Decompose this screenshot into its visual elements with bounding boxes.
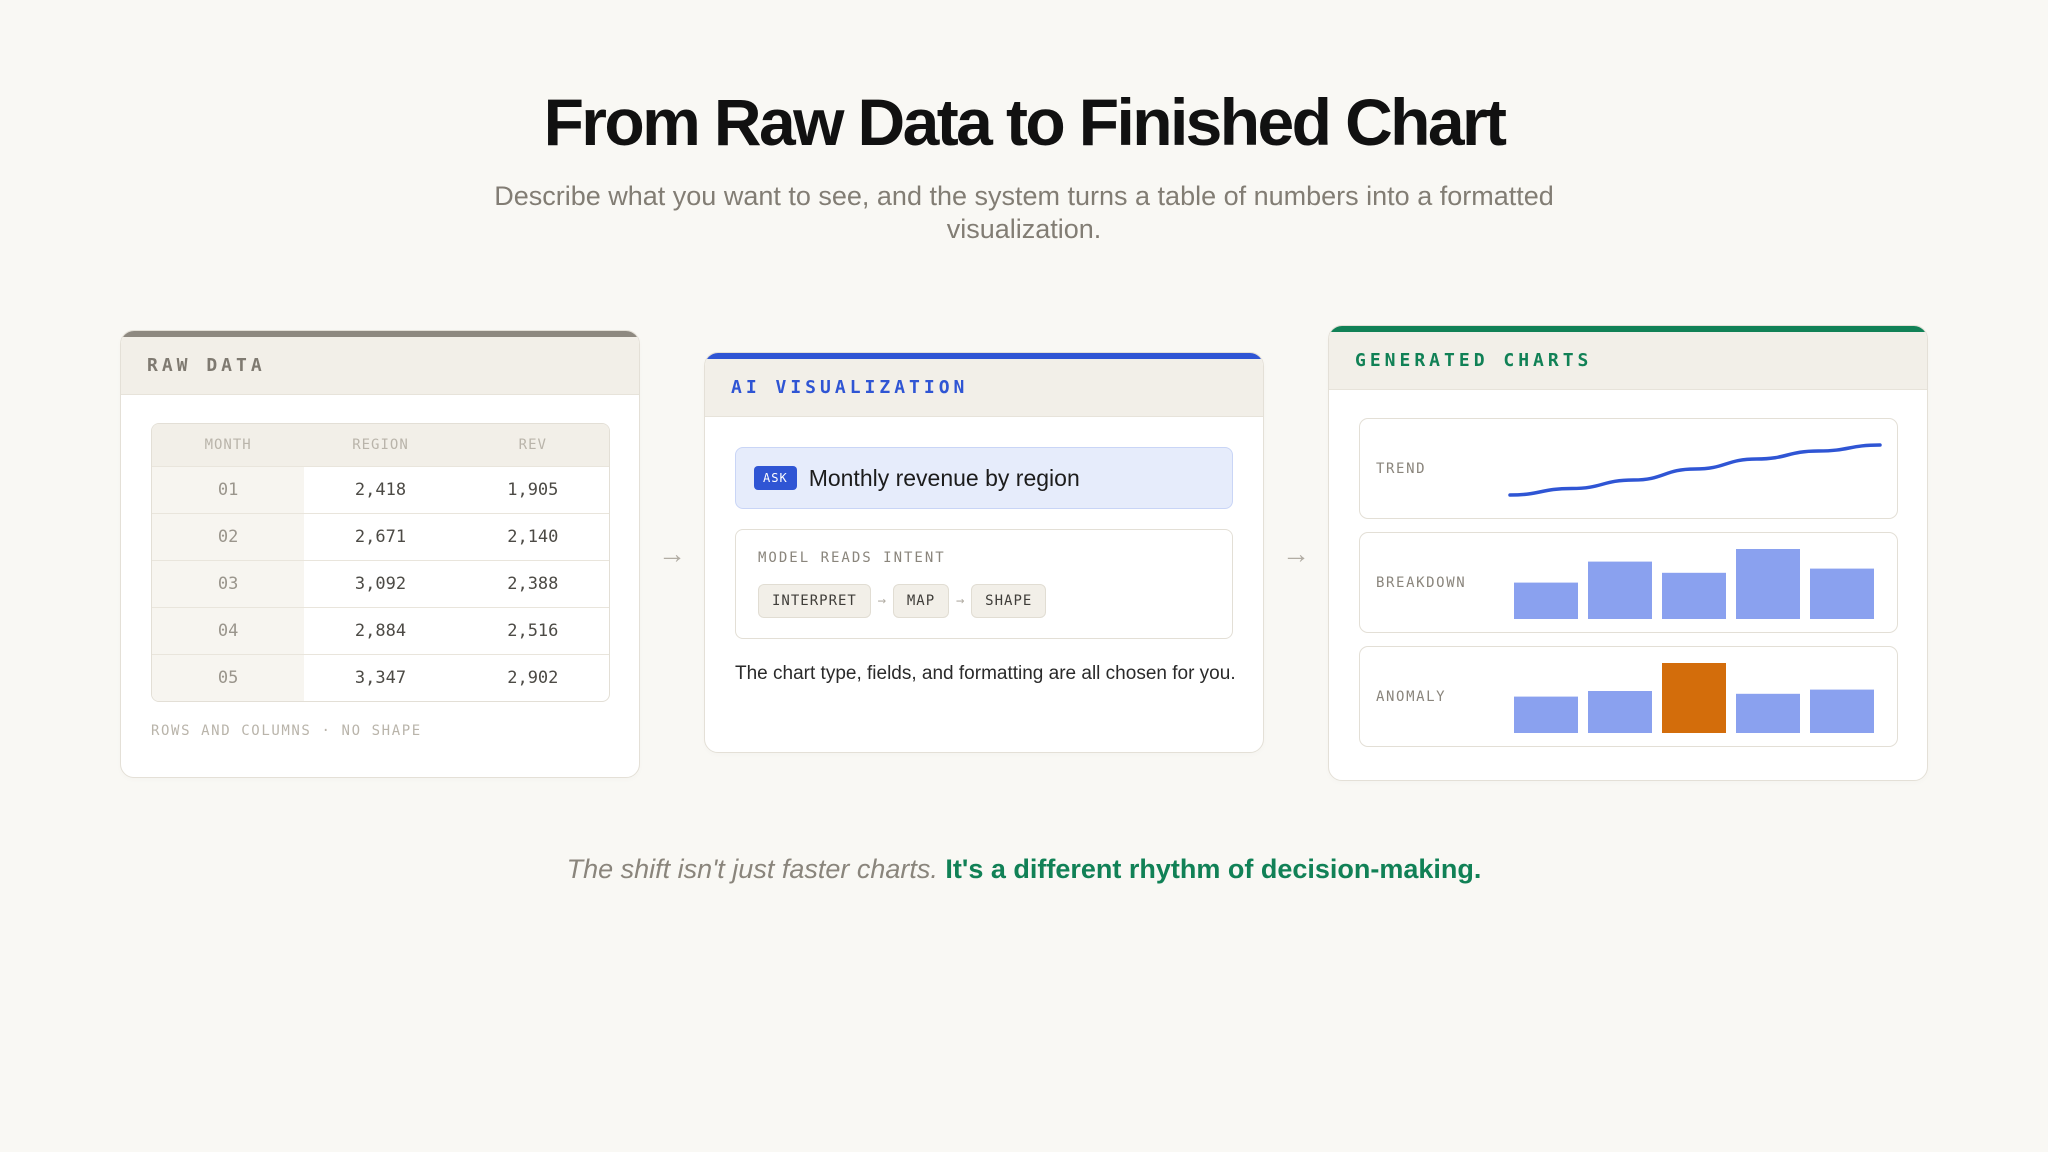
anomaly-bar (1662, 663, 1726, 733)
table-cell-region: 3,092 (354, 574, 407, 594)
raw-data-table: MONTH REGION REV 01 2,418 1,905 02 2,671… (151, 423, 610, 702)
page-subtitle: Describe what you want to see, and the s… (494, 181, 1554, 244)
raw-card-header: RAW DATA (121, 337, 639, 395)
table-row: 03 3,092 2,388 (152, 560, 609, 607)
ask-prompt-box: ASK Monthly revenue by region (735, 447, 1233, 509)
chart-bar (1810, 689, 1874, 733)
chart-bar (1588, 561, 1652, 619)
intent-label: MODEL READS INTENT (758, 550, 946, 566)
table-cell-rev: 2,516 (507, 621, 559, 641)
ai-card-header: AI VISUALIZATION (705, 359, 1263, 417)
chart-bar (1736, 693, 1800, 733)
chart-bar (1514, 696, 1578, 733)
pipeline-steps: INTERPRET → MAP → SHAPE (758, 584, 1047, 618)
flow-arrow-icon: → (1282, 538, 1310, 569)
table-header-row: MONTH REGION REV (152, 424, 609, 466)
flow-arrow-icon: → (658, 538, 686, 569)
table-cell-month: 04 (152, 608, 305, 654)
tagline: The shift isn't just faster charts. It's… (0, 854, 2048, 885)
table-row: 04 2,884 2,516 (152, 607, 609, 654)
step-arrow-icon: → (877, 593, 887, 609)
step-map: MAP (892, 584, 950, 618)
tagline-accent: It's a different rhythm of decision-maki… (945, 854, 1482, 884)
table-cell-month: 03 (152, 561, 305, 607)
chart-bar (1810, 568, 1874, 619)
chart-bar (1588, 691, 1652, 733)
table-cell-rev: 2,140 (507, 527, 559, 547)
anomaly-panel: ANOMALY (1359, 646, 1898, 747)
table-cell-month: 01 (152, 467, 305, 513)
table-row: 01 2,418 1,905 (152, 466, 609, 513)
column-header-month: MONTH (152, 424, 305, 466)
step-shape: SHAPE (971, 584, 1047, 618)
trend-line (1508, 443, 1882, 497)
step-interpret: INTERPRET (758, 584, 871, 618)
table-cell-region: 2,671 (354, 527, 407, 547)
table-cell-region: 2,884 (354, 621, 407, 641)
gen-card-header: GENERATED CHARTS (1329, 332, 1927, 390)
table-cell-month: 05 (152, 655, 305, 701)
chart-bar (1662, 572, 1726, 619)
trend-panel: TREND (1359, 418, 1898, 519)
raw-card-footer: ROWS AND COLUMNS · NO SHAPE (151, 723, 422, 739)
column-header-rev: REV (456, 424, 609, 466)
trend-chart (1508, 443, 1882, 497)
page-title: From Raw Data to Finished Chart (543, 85, 1507, 159)
chart-bar (1736, 549, 1800, 619)
tagline-lead: The shift isn't just faster charts. (566, 854, 938, 884)
raw-data-card: RAW DATA MONTH REGION REV 01 2,418 1,905… (120, 330, 640, 778)
table-cell-rev: 2,902 (507, 668, 559, 688)
table-cell-region: 2,418 (354, 480, 407, 500)
generated-charts-card: GENERATED CHARTS TREND BREAKDOWN ANOMALY (1328, 325, 1928, 781)
column-header-region: REGION (304, 424, 457, 466)
step-arrow-icon: → (955, 593, 965, 609)
ai-visualization-card: AI VISUALIZATION ASK Monthly revenue by … (704, 352, 1264, 753)
anomaly-chart (1514, 663, 1874, 733)
intent-box: MODEL READS INTENT INTERPRET → MAP → SHA… (735, 529, 1233, 639)
table-cell-rev: 2,388 (507, 574, 559, 594)
ai-description: The chart type, fields, and formatting a… (735, 663, 1236, 684)
ask-badge: ASK (754, 466, 797, 490)
table-cell-region: 3,347 (354, 668, 407, 688)
ask-prompt-text: Monthly revenue by region (808, 464, 1080, 491)
breakdown-panel: BREAKDOWN (1359, 532, 1898, 633)
table-cell-month: 02 (152, 514, 305, 560)
chart-bar (1514, 582, 1578, 619)
table-cell-rev: 1,905 (507, 480, 559, 500)
table-row: 05 3,347 2,902 (152, 654, 609, 701)
table-row: 02 2,671 2,140 (152, 513, 609, 560)
breakdown-chart (1514, 549, 1874, 619)
